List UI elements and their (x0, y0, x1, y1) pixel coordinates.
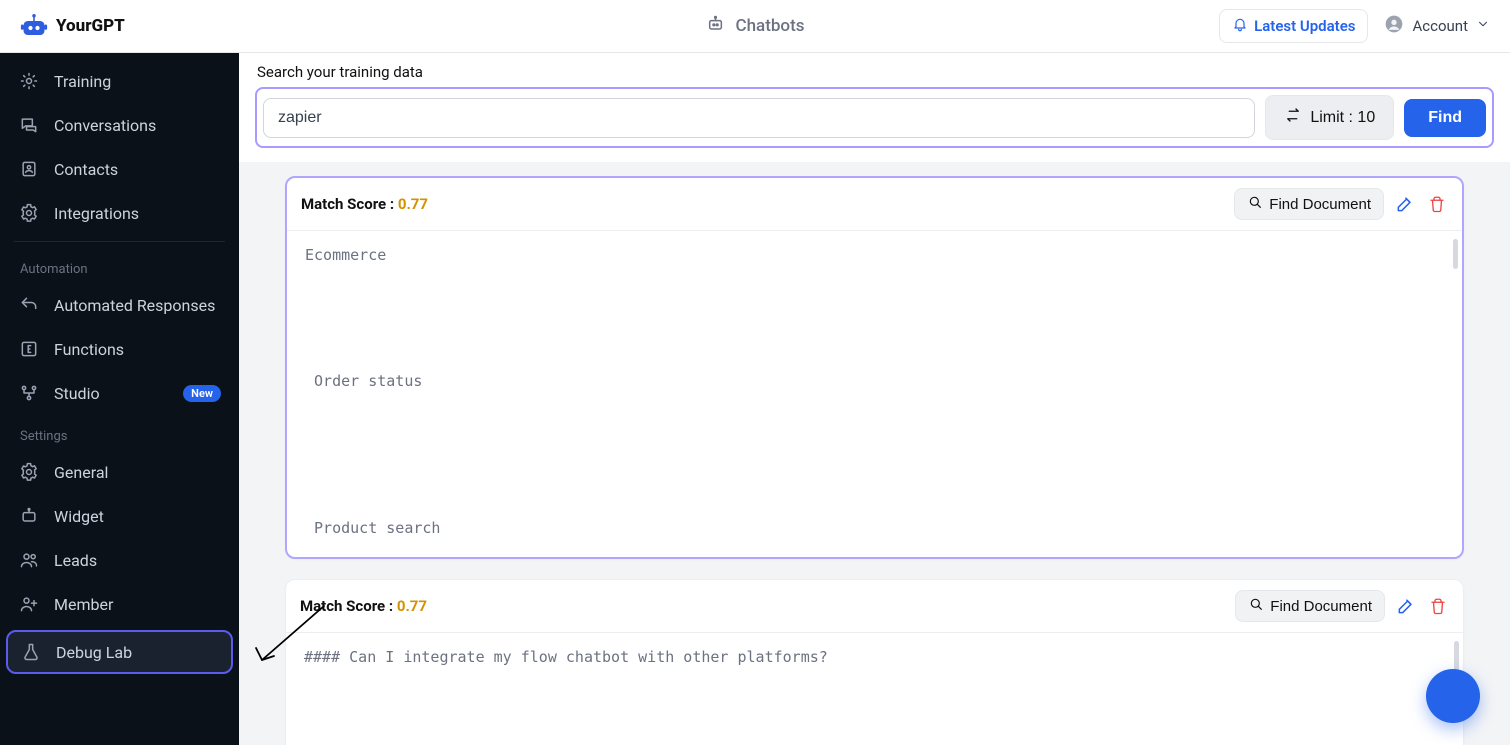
top-right: Latest Updates Account (1219, 9, 1490, 43)
sidebar-section-settings: Settings (0, 415, 239, 450)
score-value: 0.77 (398, 195, 428, 213)
result-card-head: Match Score : 0.77 Find Document (287, 178, 1462, 231)
main: Search your training data Limit : 10 Fin… (239, 53, 1510, 745)
contacts-icon (18, 158, 40, 180)
result-card: Match Score : 0.77 Find Document #### Ca… (285, 579, 1464, 745)
brand-block: YourGPT (20, 14, 125, 38)
account-label: Account (1412, 17, 1468, 35)
find-button[interactable]: Find (1404, 99, 1486, 137)
sidebar-item-label: Conversations (54, 116, 156, 135)
new-badge: New (183, 385, 221, 402)
sidebar-item-label: General (54, 463, 108, 482)
results-list[interactable]: Match Score : 0.77 Find Document Ecommer… (239, 162, 1510, 745)
edit-icon[interactable] (1394, 193, 1416, 215)
flask-icon (20, 641, 42, 663)
sidebar-item-label: Widget (54, 507, 104, 526)
score-value: 0.77 (397, 597, 427, 615)
reply-icon (18, 294, 40, 316)
result-card: Match Score : 0.77 Find Document Ecommer… (285, 176, 1464, 559)
card-actions: Find Document (1234, 188, 1448, 220)
sidebar-item-leads[interactable]: Leads (0, 538, 239, 582)
swap-icon (1284, 106, 1302, 129)
bell-icon (1232, 16, 1248, 36)
card-actions: Find Document (1235, 590, 1449, 622)
latest-updates-label: Latest Updates (1254, 17, 1355, 35)
page-context[interactable]: Chatbots (706, 14, 805, 39)
training-icon (18, 70, 40, 92)
sidebar-item-label: Member (54, 595, 113, 614)
sidebar-item-label: Automated Responses (54, 296, 215, 315)
latest-updates-button[interactable]: Latest Updates (1219, 9, 1368, 43)
match-score-label: Match Score : 0.77 (300, 597, 427, 615)
sidebar: Training Conversations Contacts Integrat… (0, 53, 239, 745)
edit-icon[interactable] (1395, 595, 1417, 617)
chat-fab[interactable] (1426, 669, 1480, 723)
gear-icon (18, 461, 40, 483)
sidebar-item-general[interactable]: General (0, 450, 239, 494)
limit-button[interactable]: Limit : 10 (1265, 95, 1394, 140)
trash-icon[interactable] (1427, 595, 1449, 617)
sidebar-item-integrations[interactable]: Integrations (0, 191, 239, 235)
sidebar-item-label: Debug Lab (56, 643, 132, 662)
logo-icon (20, 14, 48, 38)
sidebar-divider (14, 241, 225, 242)
sidebar-item-automated-responses[interactable]: Automated Responses (0, 283, 239, 327)
brand-text: YourGPT (56, 16, 125, 36)
result-body[interactable]: Ecommerce Order status Product search (287, 231, 1462, 557)
sidebar-section-automation: Automation (0, 248, 239, 283)
sidebar-item-label: Integrations (54, 204, 139, 223)
conversations-icon (18, 114, 40, 136)
sidebar-item-debug-lab[interactable]: Debug Lab (6, 630, 233, 674)
trash-icon[interactable] (1426, 193, 1448, 215)
studio-icon (18, 382, 40, 404)
functions-icon (18, 338, 40, 360)
sidebar-item-studio[interactable]: Studio New (0, 371, 239, 415)
result-body[interactable]: #### Can I integrate my flow chatbot wit… (286, 633, 1463, 745)
sidebar-item-contacts[interactable]: Contacts (0, 147, 239, 191)
sidebar-item-member[interactable]: Member (0, 582, 239, 626)
user-icon (1384, 14, 1404, 38)
find-document-button[interactable]: Find Document (1235, 590, 1385, 622)
sidebar-item-conversations[interactable]: Conversations (0, 103, 239, 147)
match-score-label: Match Score : 0.77 (301, 195, 428, 213)
account-menu[interactable]: Account (1384, 14, 1490, 38)
sidebar-item-label: Training (54, 72, 111, 91)
search-icon (1247, 194, 1263, 214)
sidebar-item-label: Studio (54, 384, 100, 403)
result-card-head: Match Score : 0.77 Find Document (286, 580, 1463, 633)
page-context-label: Chatbots (736, 16, 805, 36)
sidebar-item-label: Contacts (54, 160, 118, 179)
limit-label: Limit : 10 (1310, 109, 1375, 127)
search-block: Search your training data Limit : 10 Fin… (239, 53, 1510, 162)
widget-icon (18, 505, 40, 527)
find-document-button[interactable]: Find Document (1234, 188, 1384, 220)
integrations-icon (18, 202, 40, 224)
search-input[interactable] (263, 98, 1255, 138)
sidebar-item-training[interactable]: Training (0, 59, 239, 103)
sidebar-item-label: Functions (54, 340, 124, 359)
search-icon (1248, 596, 1264, 616)
chevron-down-icon (1476, 17, 1490, 35)
robot-icon (706, 14, 726, 39)
member-icon (18, 593, 40, 615)
sidebar-item-widget[interactable]: Widget (0, 494, 239, 538)
sidebar-item-functions[interactable]: Functions (0, 327, 239, 371)
search-row: Limit : 10 Find (255, 87, 1494, 148)
topbar: YourGPT Chatbots Latest Updates Account (0, 0, 1510, 53)
sidebar-item-label: Leads (54, 551, 97, 570)
leads-icon (18, 549, 40, 571)
search-label: Search your training data (257, 63, 1494, 81)
